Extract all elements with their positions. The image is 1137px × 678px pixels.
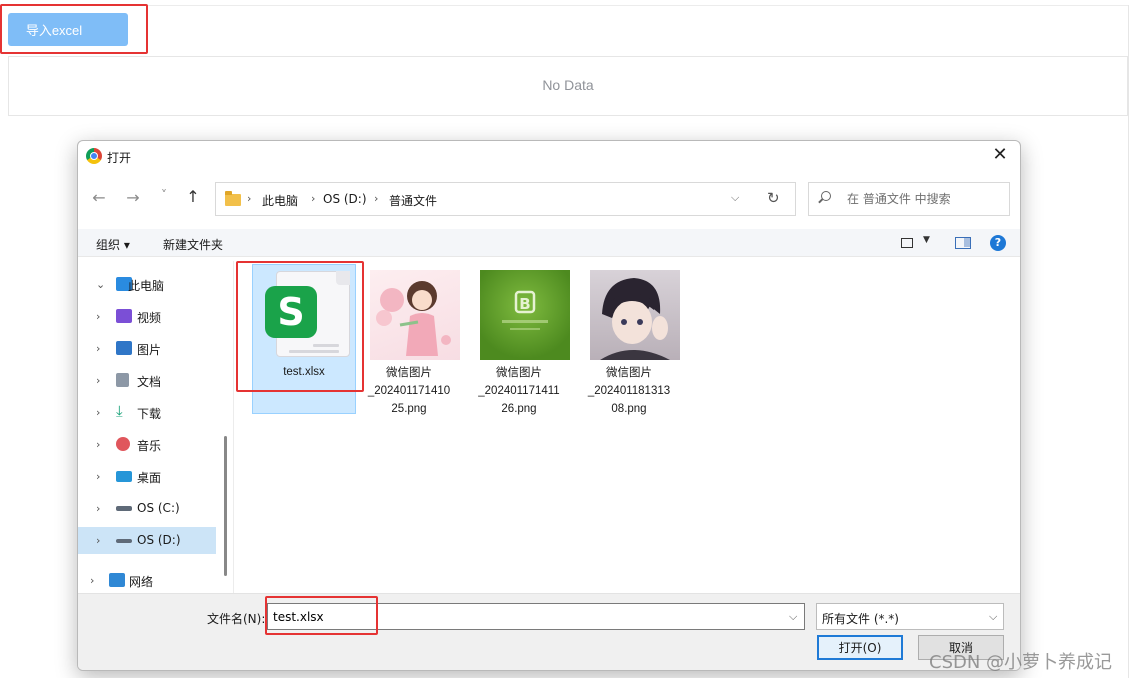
organize-menu[interactable]: 组织 ▾ — [96, 236, 130, 253]
chevron-right-icon[interactable]: › — [96, 310, 100, 323]
refresh-icon[interactable]: ↻ — [767, 189, 780, 207]
drive-c-icon — [116, 506, 132, 511]
chevron-down-icon[interactable]: ⌄ — [96, 278, 105, 291]
new-folder-button[interactable]: 新建文件夹 — [163, 236, 223, 253]
search-icon — [821, 191, 831, 201]
documents-icon — [116, 373, 129, 387]
sidebar-item-label: 下载 — [137, 407, 162, 421]
music-icon — [116, 437, 130, 451]
sidebar-item-pictures[interactable]: › 图片 — [78, 335, 216, 362]
file-list: S test.xlsx 微信图片 _202401171410 25.png B … — [234, 261, 1020, 593]
sidebar-item-label: OS (D:) — [137, 533, 181, 547]
sidebar-item-label: OS (C:) — [137, 501, 180, 515]
network-icon — [109, 573, 125, 587]
view-mode-icon[interactable] — [901, 238, 913, 248]
up-arrow-icon[interactable]: ↑ — [183, 187, 203, 206]
sidebar-item-label: 桌面 — [137, 471, 162, 485]
dialog-titlebar: 打开 ✕ — [78, 141, 1020, 171]
sidebar-item-music[interactable]: › 音乐 — [78, 431, 216, 458]
video-icon — [116, 309, 132, 323]
dialog-title: 打开 — [107, 151, 132, 165]
pictures-icon — [116, 341, 132, 355]
page: 导入excel No Data 打开 ✕ ← → ˅ ↑ › 此电脑 › OS … — [0, 0, 1137, 678]
dialog-toolbar: 组织 ▾ 新建文件夹 ▼ ? — [78, 229, 1020, 257]
back-arrow-icon[interactable]: ← — [89, 188, 109, 207]
green-b-thumbnail: B — [480, 270, 570, 360]
sidebar-item-drive-c[interactable]: › OS (C:) — [78, 495, 216, 522]
open-button[interactable]: 打开(O) — [817, 635, 903, 660]
preview-pane-icon[interactable] — [955, 237, 971, 249]
sidebar-item-videos[interactable]: › 视频 — [78, 303, 216, 330]
data-table: No Data — [8, 56, 1128, 116]
open-file-dialog: 打开 ✕ ← → ˅ ↑ › 此电脑 › OS (D:) › 普通文件 ⌵ ↻ … — [77, 140, 1021, 671]
filetype-select[interactable]: 所有文件 (*.*) — [816, 603, 1004, 630]
breadcrumb-folder[interactable]: 普通文件 — [389, 192, 437, 209]
sidebar-item-label: 此电脑 — [128, 279, 165, 293]
page-right-border — [1128, 5, 1129, 678]
watermark-text: CSDN @小萝卜养成记 — [929, 652, 1113, 673]
file-name: 微信图片 _202401181313 08.png — [587, 367, 671, 415]
breadcrumb-drive-d[interactable]: OS (D:) — [323, 192, 367, 206]
wps-spreadsheet-icon: S — [265, 271, 350, 357]
file-name: 微信图片 _202401171411 26.png — [478, 367, 560, 415]
file-item-image-2[interactable]: B 微信图片 _202401171411 26.png — [467, 264, 571, 415]
chevron-right-icon[interactable]: › — [96, 374, 100, 387]
help-icon[interactable]: ? — [990, 235, 1006, 251]
illustration-girl-thumbnail — [370, 270, 460, 360]
address-bar[interactable]: › 此电脑 › OS (D:) › 普通文件 ⌵ ↻ — [215, 182, 796, 216]
file-item-image-1[interactable]: 微信图片 _202401171410 25.png — [357, 264, 461, 415]
breadcrumb-separator-icon: › — [374, 192, 379, 205]
search-input[interactable] — [847, 192, 997, 206]
chevron-right-icon[interactable]: › — [96, 470, 100, 483]
spreadsheet-badge: S — [265, 286, 317, 338]
chevron-down-icon[interactable]: ⌵ — [731, 191, 739, 205]
svg-text:B: B — [519, 295, 530, 313]
file-item-image-3[interactable]: 微信图片 _202401181313 08.png — [577, 264, 681, 415]
breadcrumb-separator-icon: › — [311, 192, 316, 205]
chevron-down-icon[interactable]: ⌵ — [989, 610, 997, 624]
filename-label: 文件名(N): — [207, 612, 266, 626]
recent-locations-icon[interactable]: ˅ — [154, 188, 174, 202]
breadcrumb-this-pc[interactable]: 此电脑 — [262, 192, 298, 209]
desktop-icon — [116, 471, 132, 482]
chevron-right-icon[interactable]: › — [90, 574, 94, 587]
sidebar-item-desktop[interactable]: › 桌面 — [78, 463, 216, 490]
sidebar-item-label: 图片 — [137, 343, 162, 357]
sidebar-item-this-pc[interactable]: ⌄ 此电脑 — [78, 271, 216, 298]
download-icon: ⤓ — [116, 402, 123, 420]
chevron-right-icon[interactable]: › — [96, 502, 100, 515]
forward-arrow-icon[interactable]: → — [123, 188, 143, 207]
sidebar-item-label: 网络 — [129, 575, 154, 589]
drive-d-icon — [116, 539, 132, 543]
sidebar-item-downloads[interactable]: › ⤓ 下载 — [78, 399, 216, 426]
navigation-pane: ⌄ 此电脑 › 视频 › 图片 › 文档 › ⤓ 下载 › 音乐 › 桌面 › … — [78, 261, 233, 593]
sidebar-scrollbar[interactable] — [224, 436, 227, 576]
chrome-icon — [86, 148, 102, 164]
filename-input[interactable] — [267, 603, 805, 630]
chevron-right-icon[interactable]: › — [96, 406, 100, 419]
search-box[interactable] — [808, 182, 1010, 216]
breadcrumb-separator-icon: › — [247, 192, 252, 205]
file-name: 微信图片 _202401171410 25.png — [367, 367, 451, 415]
close-icon[interactable]: ✕ — [989, 144, 1011, 166]
file-item-test-xlsx[interactable]: S test.xlsx — [252, 264, 356, 414]
chevron-right-icon[interactable]: › — [96, 438, 100, 451]
view-options-chevron-icon[interactable]: ▼ — [923, 235, 930, 245]
sidebar-item-label: 视频 — [137, 311, 162, 325]
chevron-right-icon[interactable]: › — [96, 534, 100, 547]
page-top-border — [0, 5, 1129, 6]
import-excel-button[interactable]: 导入excel — [8, 13, 128, 46]
sidebar-item-drive-d[interactable]: › OS (D:) — [78, 527, 216, 554]
sidebar-item-network[interactable]: › 网络 — [78, 567, 216, 594]
sidebar-item-documents[interactable]: › 文档 — [78, 367, 216, 394]
chevron-down-icon[interactable]: ⌵ — [789, 610, 797, 624]
chevron-right-icon[interactable]: › — [96, 342, 100, 355]
sidebar-item-label: 文档 — [137, 375, 162, 389]
folder-icon — [225, 191, 241, 206]
empty-state-text: No Data — [542, 77, 594, 93]
sidebar-item-label: 音乐 — [137, 439, 162, 453]
dialog-footer: 文件名(N): ⌵ 所有文件 (*.*) ⌵ 打开(O) 取消 — [78, 593, 1020, 670]
anime-boy-thumbnail — [590, 270, 680, 360]
file-name: test.xlsx — [283, 366, 325, 378]
